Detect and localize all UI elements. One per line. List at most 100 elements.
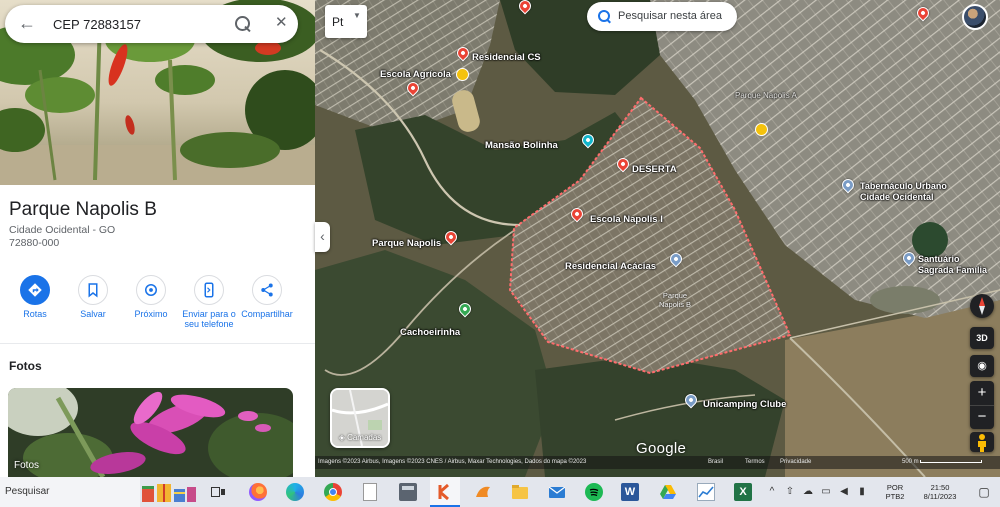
place-panel: ← ✕ Parque Napolis B Cidade Ocidental - … <box>0 0 315 477</box>
cloud-icon[interactable]: ☁ <box>801 485 815 499</box>
footer-link-terms[interactable]: Termos <box>745 459 765 466</box>
chart-app-icon[interactable] <box>697 483 715 501</box>
folder-icon[interactable] <box>511 483 529 501</box>
map-place-label[interactable]: Mansão Bolinha <box>485 140 558 151</box>
map-place-label[interactable]: Cachoeirinha <box>400 327 460 338</box>
map-place-label[interactable]: Residencial CS <box>472 52 541 63</box>
pegman-button[interactable] <box>970 432 994 452</box>
directions-button[interactable]: Rotas <box>4 275 66 319</box>
search-box: ← ✕ <box>5 5 298 43</box>
nearby-icon <box>136 275 166 305</box>
tilt-3d-button[interactable]: 3D <box>970 327 994 349</box>
network-icon[interactable]: ▭ <box>819 485 833 499</box>
language-code: POR <box>886 483 904 492</box>
zoom-out-button[interactable]: − <box>970 405 994 429</box>
street-view-toggle-button[interactable]: ◉ <box>970 355 994 377</box>
back-arrow-icon[interactable]: ← <box>18 13 36 33</box>
zoom-controls: + − <box>970 381 994 429</box>
poi-marker-icon[interactable] <box>755 123 768 136</box>
photo-tile[interactable]: Fotos <box>8 388 293 477</box>
search-highlight-image[interactable] <box>140 480 198 504</box>
clock-time: 21:50 <box>930 483 950 492</box>
layers-text: Camadas <box>347 433 382 442</box>
poi-marker-icon[interactable] <box>456 68 469 81</box>
flower-photo-image <box>8 388 293 477</box>
save-button[interactable]: Salvar <box>62 275 124 319</box>
taskbar-search[interactable]: Pesquisar <box>0 477 140 507</box>
account-avatar[interactable] <box>962 4 988 30</box>
map-place-label[interactable]: Santuário Sagrada Família <box>918 254 996 276</box>
nearby-button[interactable]: Próximo <box>120 275 182 319</box>
share-label: Compartilhar <box>241 309 293 319</box>
dropdown-arrow-icon: ▼ <box>353 11 361 20</box>
layers-label: ◈ Camadas <box>338 433 382 442</box>
speaker-icon[interactable]: ◀ <box>837 485 851 499</box>
map-place-label[interactable]: Parque Napolis <box>372 238 441 249</box>
eye-icon: ◉ <box>977 360 987 372</box>
language-indicator[interactable]: POR PTB2 <box>880 483 910 501</box>
search-this-area-button[interactable]: Pesquisar nesta área <box>587 2 737 31</box>
scale-label[interactable]: 500 m <box>902 459 919 466</box>
search-icon[interactable] <box>234 15 252 33</box>
send-to-phone-icon <box>194 275 224 305</box>
chevron-up-icon[interactable]: ^ <box>765 485 779 499</box>
firefox-icon[interactable] <box>249 483 267 501</box>
upload-icon[interactable]: ⇧ <box>783 485 797 499</box>
place-title: Parque Napolis B <box>9 199 157 220</box>
collapse-panel-button[interactable]: ‹ <box>315 222 330 252</box>
search-this-area-label: Pesquisar nesta área <box>618 10 722 22</box>
spotify-icon[interactable] <box>585 483 603 501</box>
battery-icon[interactable]: ▮ <box>855 485 869 499</box>
send-to-phone-label: Enviar para o seu telefone <box>182 309 236 329</box>
compass-icon[interactable] <box>970 294 994 318</box>
bookmark-icon <box>78 275 108 305</box>
clock-date: 8/11/2023 <box>923 492 957 501</box>
clock[interactable]: 21:50 8/11/2023 <box>914 483 966 501</box>
pegman-icon <box>978 434 986 452</box>
map-place-label[interactable]: Unicamping Clube <box>703 399 786 410</box>
scale-bar <box>920 460 982 463</box>
close-icon[interactable]: ✕ <box>275 14 288 32</box>
view-toggle-label: Pt <box>332 15 344 29</box>
attribution-text: Imagens ©2023 Airbus, Imagens ©2023 CNES… <box>318 459 587 465</box>
k-app-icon[interactable] <box>436 483 454 501</box>
photos-heading: Fotos <box>9 359 42 373</box>
word-icon[interactable]: W <box>621 483 639 501</box>
mail-icon[interactable] <box>548 483 566 501</box>
area-name-label: Parque Napolis B <box>658 291 692 309</box>
edge-icon[interactable] <box>286 483 304 501</box>
search-input[interactable] <box>53 15 218 33</box>
excel-icon[interactable]: X <box>734 483 752 501</box>
map-place-label[interactable]: Tabernáculo Urbano Cidade Ocidental <box>860 181 972 203</box>
google-logo: Google <box>636 440 687 457</box>
calculator-icon[interactable] <box>399 483 417 501</box>
zoom-in-button[interactable]: + <box>970 381 994 405</box>
notification-icon[interactable]: ▢ <box>977 485 991 499</box>
directions-icon <box>20 275 50 305</box>
photo-app-icon[interactable] <box>474 483 492 501</box>
map-place-label[interactable]: Escola Agrícola <box>380 69 451 80</box>
chrome-icon[interactable] <box>324 483 342 501</box>
view-toggle-button[interactable]: Pt ▼ <box>325 5 367 38</box>
footer-link-privacy[interactable]: Privacidade <box>780 459 811 466</box>
task-view-icon[interactable] <box>209 483 227 501</box>
share-icon <box>252 275 282 305</box>
search-icon <box>598 10 611 23</box>
keyboard-layout: PTB2 <box>885 492 905 501</box>
directions-label: Rotas <box>23 309 47 319</box>
layers-button[interactable]: ◈ Camadas <box>330 388 390 448</box>
map-place-label[interactable]: Parque Napolis A <box>735 91 797 100</box>
map-place-label[interactable]: Escola Napolis I <box>590 214 663 225</box>
section-divider <box>0 343 315 344</box>
send-to-phone-button[interactable]: Enviar para o seu telefone <box>178 275 240 329</box>
drive-icon[interactable] <box>659 483 677 501</box>
map-place-label[interactable]: Residencial Acácias <box>565 261 656 272</box>
map-place-label[interactable]: DESERTA <box>632 164 677 175</box>
save-label: Salvar <box>80 309 106 319</box>
share-button[interactable]: Compartilhar <box>236 275 298 319</box>
footer-link-country[interactable]: Brasil <box>708 459 723 466</box>
photo-tile-label: Fotos <box>14 460 40 471</box>
place-postal-code: 72880-000 <box>9 237 60 249</box>
file-icon[interactable] <box>363 483 377 501</box>
nearby-label: Próximo <box>134 309 168 319</box>
